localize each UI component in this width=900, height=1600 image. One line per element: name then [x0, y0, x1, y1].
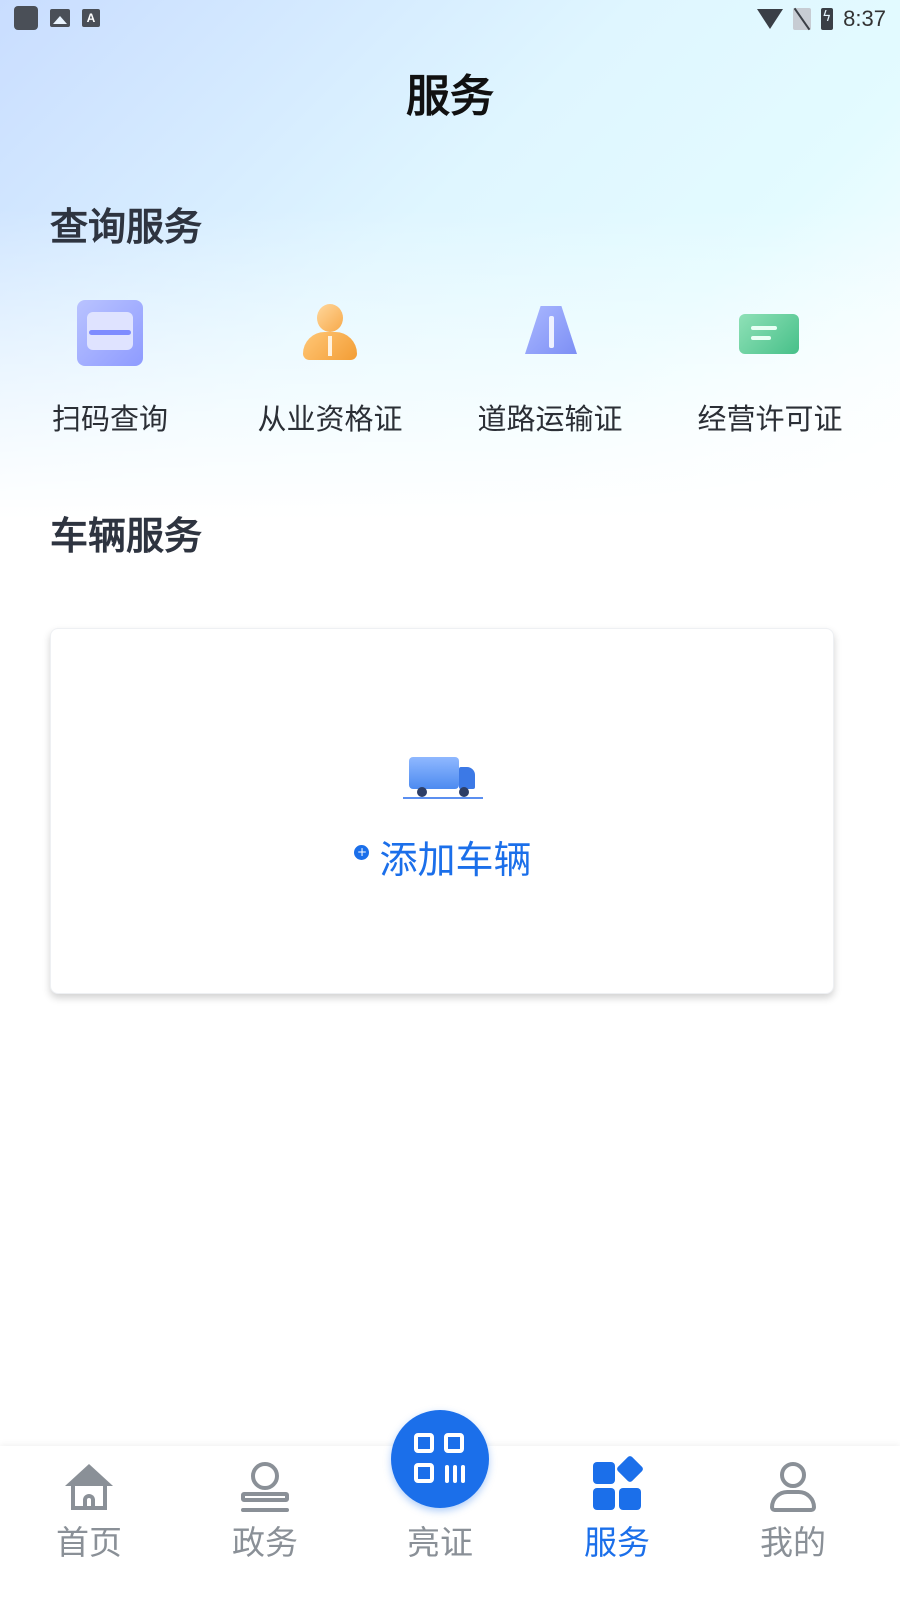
- query-item-label: 经营许可证: [697, 402, 843, 436]
- query-services-grid: 扫码查询 从业资格证 道路运输证 经营许可证: [0, 296, 900, 446]
- nav-label-show-certificate: 亮证: [407, 1523, 473, 1562]
- status-bar-indicators: 8:37: [757, 6, 886, 32]
- road-icon: [515, 296, 585, 366]
- nav-label: 我的: [760, 1523, 826, 1562]
- grid-icon: [589, 1454, 645, 1514]
- query-item-label: 道路运输证: [477, 402, 623, 436]
- query-item-label: 扫码查询: [51, 402, 168, 436]
- status-bar: A 8:37: [0, 0, 900, 36]
- battery-charging-icon: [821, 8, 834, 30]
- vehicle-card: + 添加车辆: [50, 628, 834, 994]
- query-item-business-license[interactable]: 经营许可证: [670, 296, 870, 438]
- scan-icon: [75, 296, 145, 366]
- nav-item-home[interactable]: 首页: [9, 1446, 169, 1600]
- license-card-icon: [735, 296, 805, 366]
- app-notification-icon: [14, 6, 38, 30]
- nav-label: 服务: [584, 1523, 650, 1562]
- plus-icon: +: [354, 845, 370, 860]
- query-section-title: 查询服务: [50, 205, 203, 249]
- font-notification-icon: A: [82, 9, 100, 27]
- image-notification-icon: [50, 9, 70, 27]
- add-vehicle-label: 添加车辆: [379, 838, 532, 882]
- status-bar-notifications: A: [14, 6, 100, 30]
- nav-item-government[interactable]: 政务: [185, 1446, 345, 1600]
- nav-label: 政务: [232, 1523, 298, 1562]
- query-item-qualification-certificate[interactable]: 从业资格证: [230, 296, 430, 438]
- query-item-label: 从业资格证: [257, 402, 403, 436]
- vehicle-section-title: 车辆服务: [50, 514, 203, 558]
- stamp-icon: [237, 1458, 293, 1514]
- status-time: 8:37: [843, 6, 886, 31]
- nav-label: 首页: [56, 1523, 122, 1562]
- nav-item-mine[interactable]: 我的: [713, 1446, 873, 1600]
- add-vehicle-button[interactable]: + 添加车辆: [51, 829, 835, 884]
- home-icon: [61, 1458, 117, 1514]
- show-certificate-button[interactable]: [391, 1410, 489, 1508]
- user-icon: [765, 1458, 821, 1514]
- no-sim-icon: [793, 8, 812, 30]
- truck-icon: [403, 747, 483, 801]
- person-certificate-icon: [295, 296, 365, 366]
- query-item-road-transport-certificate[interactable]: 道路运输证: [450, 296, 650, 438]
- nav-item-services[interactable]: 服务: [537, 1446, 697, 1600]
- wifi-icon: [757, 9, 784, 29]
- query-item-scan[interactable]: 扫码查询: [10, 296, 210, 438]
- page-title: 服务: [406, 71, 494, 122]
